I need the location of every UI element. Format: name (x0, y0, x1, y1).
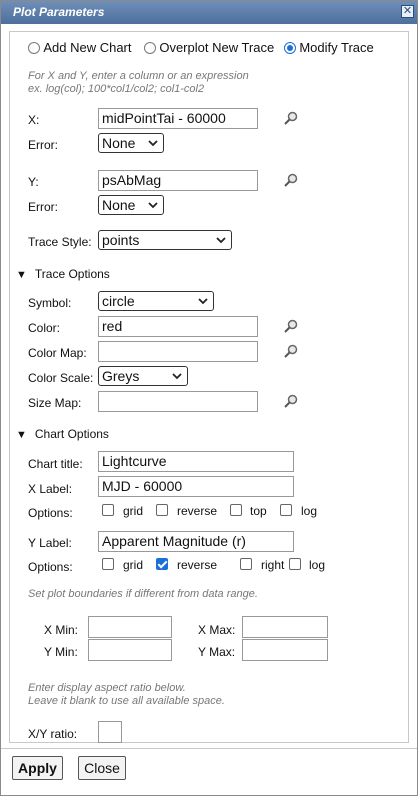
symbol-select[interactable]: circle (98, 291, 214, 311)
x-grid-label: grid (123, 504, 144, 518)
y-label: Y: (28, 175, 39, 189)
color-label: Color: (28, 321, 61, 335)
x-top-checkbox[interactable] (230, 504, 242, 516)
y-column-search-icon[interactable] (283, 172, 299, 188)
color-input[interactable]: red (98, 316, 258, 337)
y-max-input[interactable] (242, 639, 328, 661)
close-button[interactable]: Close (78, 756, 126, 780)
y-options-label: Options: (28, 560, 73, 574)
x-column-search-icon[interactable] (283, 110, 299, 126)
title-bar[interactable]: Plot Parameters ✕ (1, 1, 417, 24)
x-min-input[interactable] (88, 616, 172, 638)
x-log-checkbox[interactable] (280, 504, 292, 516)
y-reverse-checkbox[interactable] (156, 558, 168, 570)
trace-style-value: points (102, 232, 140, 248)
x-label: X: (28, 113, 40, 127)
apply-button[interactable]: Apply (12, 756, 63, 780)
hint-line: ex. log(col); 100*col1/col2; col1-col2 (28, 83, 205, 95)
symbol-label: Symbol: (28, 296, 72, 310)
y-max-label: Y Max: (198, 645, 236, 659)
plot-parameters-dialog: Plot Parameters ✕ Add New Chart Overplot… (0, 0, 418, 796)
y-log-checkbox[interactable] (289, 558, 301, 570)
y-axis-label-input[interactable]: Apparent Magnitude (r) (98, 531, 294, 552)
chevron-down-icon (216, 237, 226, 244)
x-error-label: Error: (28, 138, 58, 152)
aspect-hint: Enter display aspect ratio below. Leave … (28, 682, 225, 708)
parameters-panel: Add New Chart Overplot New Trace Modify … (9, 31, 409, 743)
y-log-label: log (309, 558, 326, 572)
trace-options-toggle[interactable]: ▼ Trace Options (16, 267, 110, 281)
x-max-input[interactable] (242, 616, 328, 638)
mode-label: Add New Chart (43, 40, 132, 55)
color-map-label: Color Map: (28, 346, 87, 360)
mode-overplot-new-trace[interactable]: Overplot New Trace (144, 40, 274, 55)
x-max-label: X Max: (198, 623, 236, 637)
size-map-label: Size Map: (28, 396, 82, 410)
radio-overplot-new-trace[interactable] (144, 42, 156, 54)
expression-hint: For X and Y, enter a column or an expres… (28, 70, 249, 96)
x-axis-label-label: X Label: (28, 482, 73, 496)
radio-add-new-chart[interactable] (28, 42, 40, 54)
y-grid-label: grid (123, 558, 144, 572)
aspect-hint-line: Leave it blank to use all available spac… (28, 695, 225, 707)
y-min-input[interactable] (88, 639, 172, 661)
xy-ratio-label: X/Y ratio: (28, 727, 78, 741)
mode-modify-trace[interactable]: Modify Trace (284, 40, 374, 55)
chevron-down-icon (148, 140, 158, 147)
x-reverse-label: reverse (177, 504, 218, 518)
x-error-select[interactable]: None (98, 133, 164, 153)
hint-line: For X and Y, enter a column or an expres… (28, 70, 249, 82)
trace-style-label: Trace Style: (28, 235, 92, 249)
mode-add-new-chart[interactable]: Add New Chart (28, 40, 132, 55)
y-reverse-label: reverse (177, 558, 218, 572)
radio-modify-trace[interactable] (284, 42, 296, 54)
y-min-label: Y Min: (44, 645, 78, 659)
color-map-input[interactable] (98, 341, 258, 362)
mode-label: Modify Trace (299, 40, 374, 55)
color-search-icon[interactable] (283, 318, 299, 334)
y-axis-label-label: Y Label: (28, 536, 72, 550)
chart-title-label: Chart title: (28, 457, 83, 471)
color-map-search-icon[interactable] (283, 343, 299, 359)
symbol-value: circle (102, 293, 135, 309)
y-right-label: right (261, 558, 285, 572)
bounds-hint: Set plot boundaries if different from da… (28, 588, 258, 600)
color-scale-select[interactable]: Greys (98, 366, 188, 386)
triangle-down-icon: ▼ (16, 269, 27, 281)
x-log-label: log (301, 504, 318, 518)
y-error-select[interactable]: None (98, 195, 164, 215)
trace-style-select[interactable]: points (98, 230, 232, 250)
x-axis-label-input[interactable]: MJD - 60000 (98, 476, 294, 497)
trace-options-header: Trace Options (34, 267, 110, 281)
chevron-down-icon (198, 298, 208, 305)
dialog-title: Plot Parameters (13, 5, 105, 19)
chart-options-header: Chart Options (34, 427, 109, 441)
size-map-input[interactable] (98, 391, 258, 412)
y-error-label: Error: (28, 200, 58, 214)
x-error-value: None (102, 135, 136, 151)
size-map-search-icon[interactable] (283, 393, 299, 409)
mode-label: Overplot New Trace (159, 40, 275, 55)
chart-title-input[interactable]: Lightcurve (98, 451, 294, 472)
chart-options-toggle[interactable]: ▼ Chart Options (16, 427, 109, 441)
chevron-down-icon (148, 202, 158, 209)
x-input[interactable]: midPointTai - 60000 (98, 108, 258, 129)
color-scale-label: Color Scale: (28, 371, 94, 385)
chevron-down-icon (172, 373, 182, 380)
y-right-checkbox[interactable] (240, 558, 252, 570)
y-error-value: None (102, 197, 136, 213)
aspect-hint-line: Enter display aspect ratio below. (28, 682, 186, 694)
y-input[interactable]: psAbMag (98, 170, 258, 191)
y-grid-checkbox[interactable] (102, 558, 114, 570)
x-top-label: top (250, 504, 267, 518)
footer-divider (1, 748, 417, 749)
color-scale-value: Greys (102, 368, 140, 384)
xy-ratio-input[interactable] (98, 721, 122, 743)
x-reverse-checkbox[interactable] (156, 504, 168, 516)
x-options-label: Options: (28, 506, 73, 520)
x-grid-checkbox[interactable] (102, 504, 114, 516)
triangle-down-icon: ▼ (16, 429, 27, 441)
x-min-label: X Min: (44, 623, 79, 637)
close-icon[interactable]: ✕ (401, 5, 414, 18)
